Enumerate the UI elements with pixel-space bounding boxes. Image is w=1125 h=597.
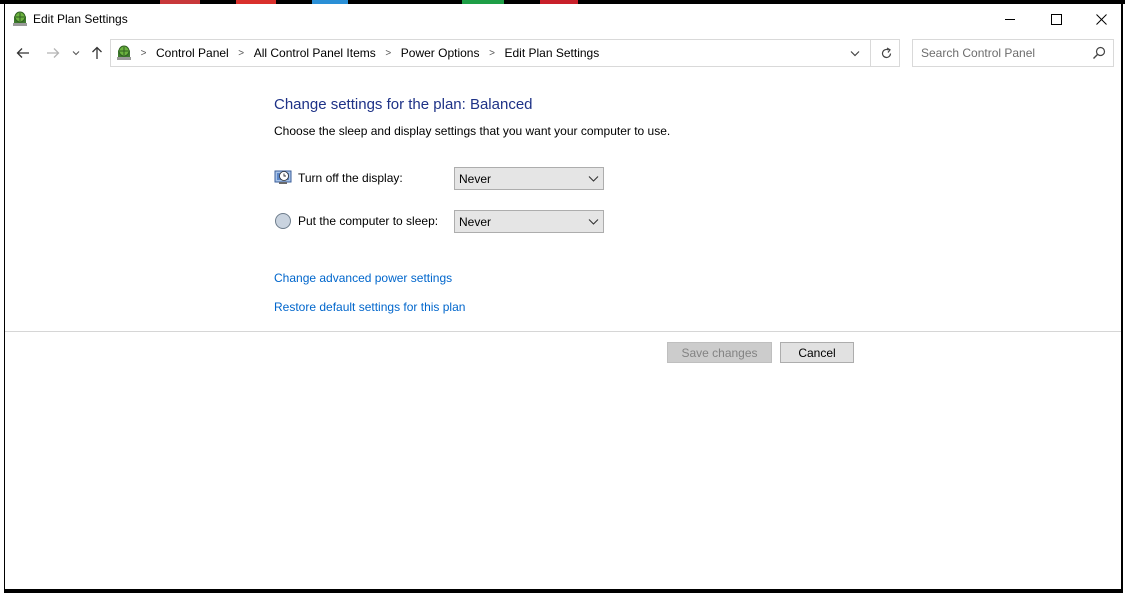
display-timeout-select[interactable]: Never: [454, 167, 604, 190]
chevron-down-icon: [588, 219, 599, 225]
breadcrumb-edit-plan-settings[interactable]: Edit Plan Settings: [502, 46, 601, 60]
footer-divider: [5, 331, 1121, 332]
maximize-button[interactable]: [1033, 4, 1079, 34]
sleep-moon-icon: [275, 213, 291, 229]
control-panel-icon: [13, 11, 27, 26]
breadcrumb-all-items[interactable]: All Control Panel Items: [252, 46, 378, 60]
sleep-timeout-value: Never: [459, 215, 492, 229]
control-panel-icon: [117, 45, 131, 60]
chevron-down-icon: [72, 51, 80, 56]
breadcrumb: > Control Panel > All Control Panel Item…: [111, 40, 601, 66]
refresh-icon: [881, 46, 891, 58]
breadcrumb-separator[interactable]: >: [137, 48, 150, 59]
search-icon[interactable]: [1091, 45, 1107, 61]
page-title: Change settings for the plan: Balanced: [274, 96, 533, 113]
recent-locations-button[interactable]: [69, 42, 83, 64]
chevron-down-icon: [588, 176, 599, 182]
sleep-timeout-select[interactable]: Never: [454, 210, 604, 233]
maximize-icon: [1050, 13, 1062, 25]
arrow-up-icon: [92, 46, 102, 59]
breadcrumb-separator[interactable]: >: [382, 48, 395, 59]
chevron-down-icon: [850, 50, 860, 56]
window-title: Edit Plan Settings: [33, 12, 128, 26]
minimize-icon: [1004, 18, 1015, 20]
close-button[interactable]: [1078, 4, 1124, 34]
minimize-button[interactable]: [987, 4, 1033, 34]
restore-defaults-link[interactable]: Restore default settings for this plan: [274, 300, 465, 314]
title-bar[interactable]: Edit Plan Settings: [5, 4, 1121, 34]
back-button[interactable]: [13, 42, 33, 64]
edit-plan-settings-window: Edit Plan Settings > Control Panel > All…: [4, 4, 1123, 593]
display-icon: [274, 170, 292, 184]
refresh-button[interactable]: [873, 40, 899, 66]
address-bar[interactable]: > Control Panel > All Control Panel Item…: [110, 39, 900, 67]
display-timeout-label: Turn off the display:: [298, 171, 403, 185]
breadcrumb-power-options[interactable]: Power Options: [399, 46, 482, 60]
sleep-timeout-label: Put the computer to sleep:: [298, 214, 439, 228]
breadcrumb-separator[interactable]: >: [485, 48, 498, 59]
search-input[interactable]: [913, 40, 1085, 66]
arrow-left-icon: [16, 48, 29, 58]
close-icon: [1095, 13, 1107, 25]
address-divider: [870, 40, 871, 66]
breadcrumb-separator[interactable]: >: [235, 48, 248, 59]
advanced-power-settings-link[interactable]: Change advanced power settings: [274, 271, 452, 285]
arrow-right-icon: [47, 48, 60, 58]
display-timeout-value: Never: [459, 172, 492, 186]
search-box[interactable]: [912, 39, 1114, 67]
forward-button[interactable]: [43, 42, 63, 64]
up-button[interactable]: [87, 42, 107, 64]
cancel-button[interactable]: Cancel: [780, 342, 854, 363]
save-changes-button[interactable]: Save changes: [667, 342, 772, 363]
breadcrumb-control-panel[interactable]: Control Panel: [154, 46, 231, 60]
address-history-dropdown[interactable]: [844, 40, 866, 66]
page-description: Choose the sleep and display settings th…: [274, 124, 671, 138]
